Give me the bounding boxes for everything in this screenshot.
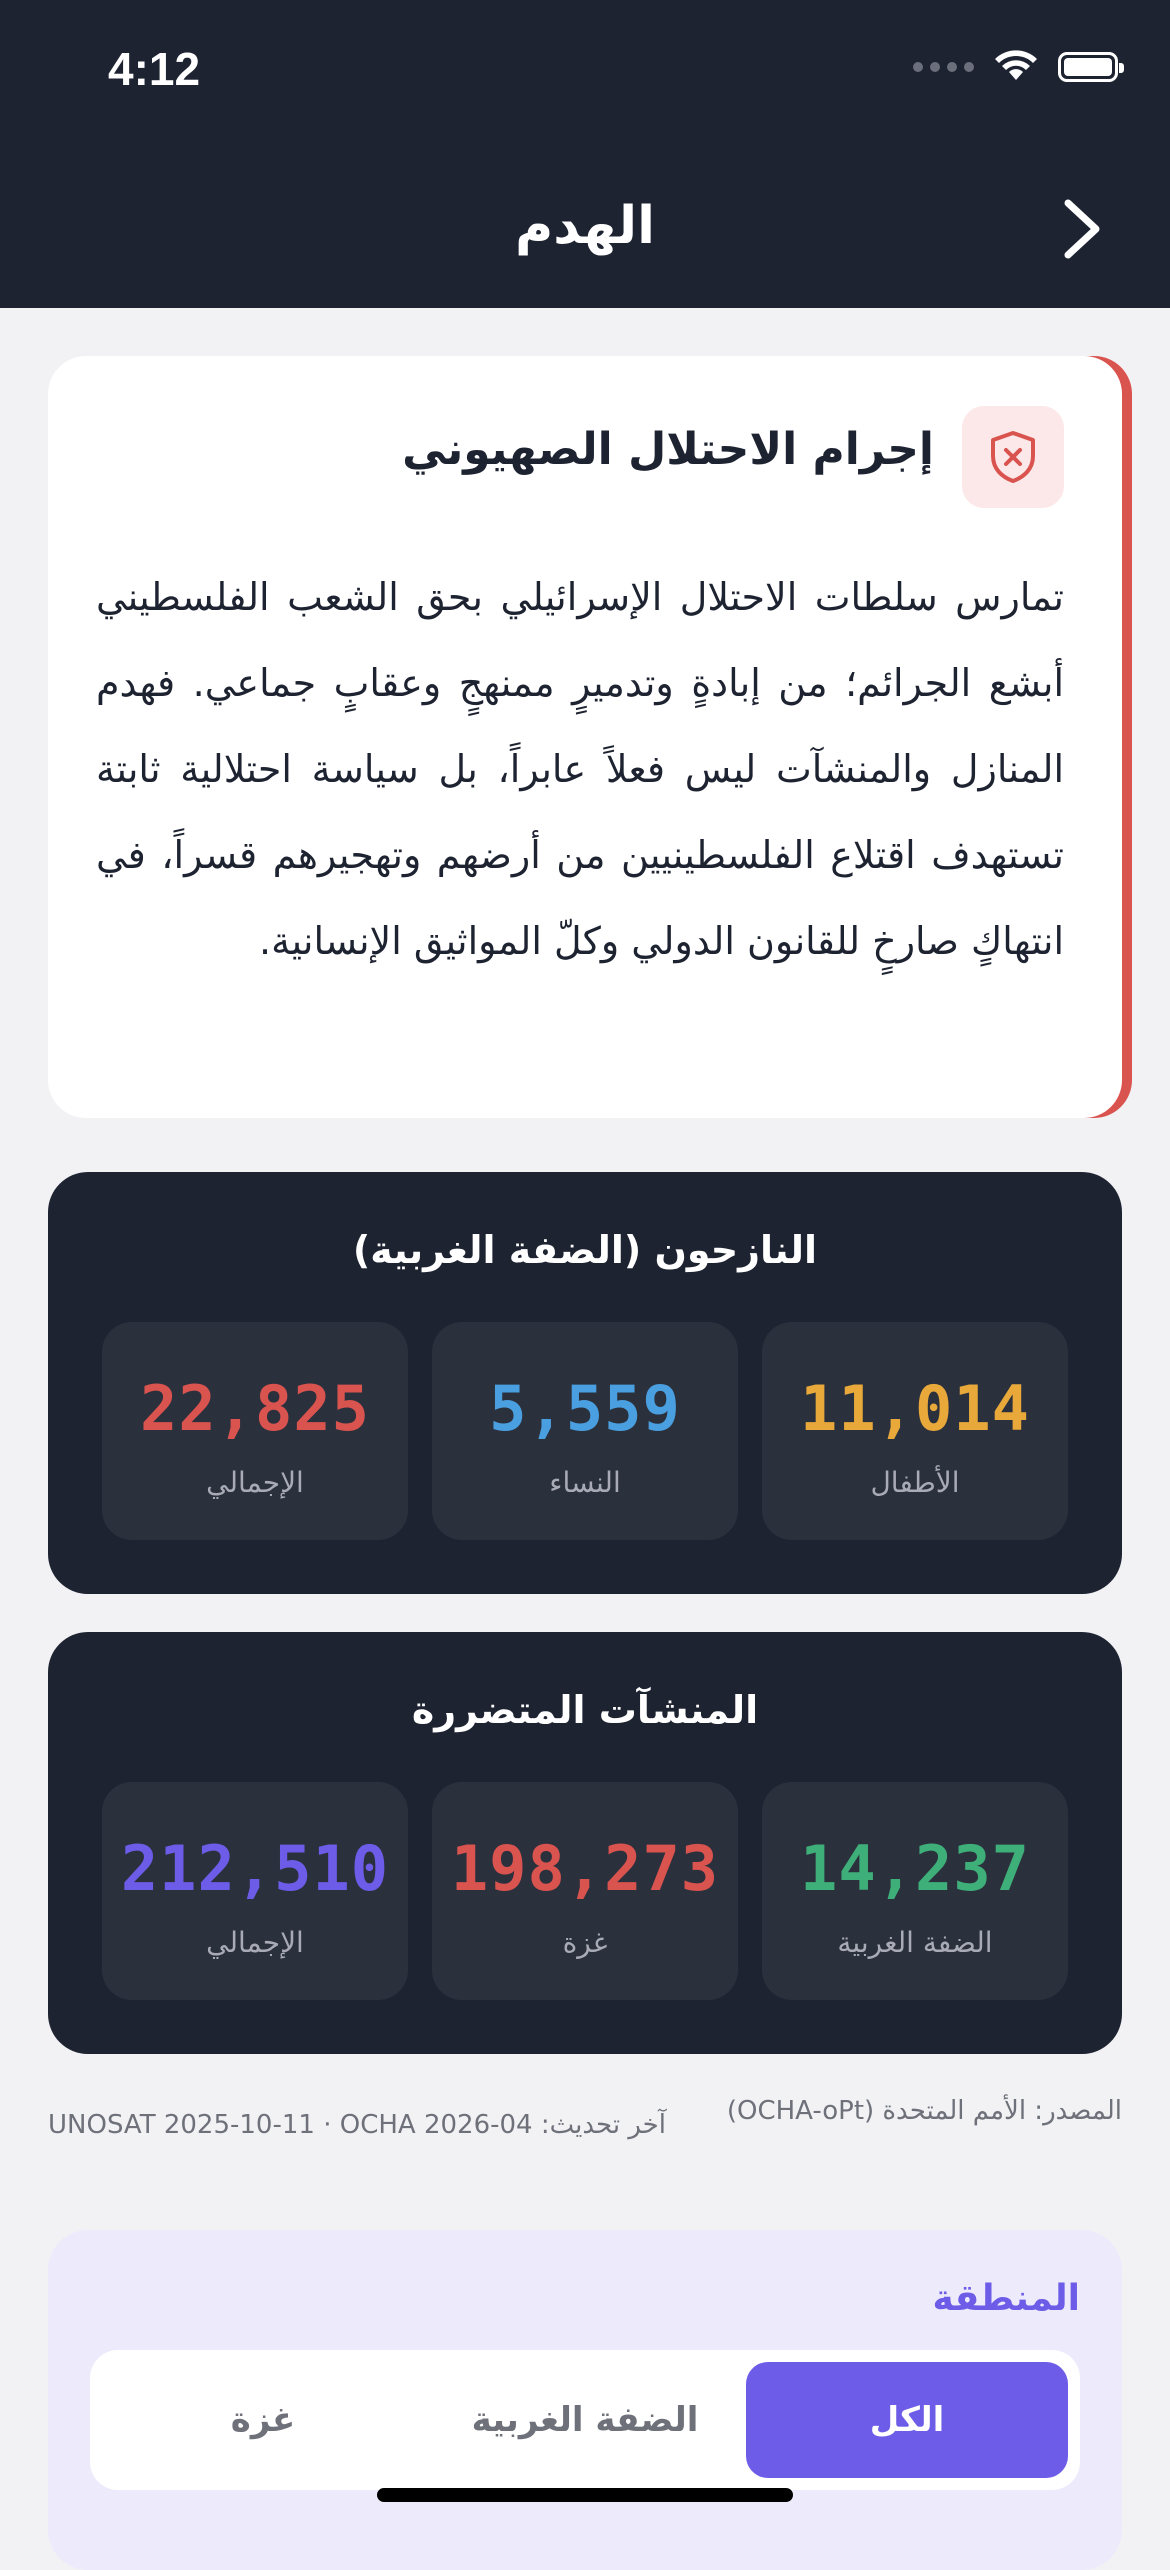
- stat-value-children: 11,014: [800, 1372, 1030, 1445]
- stat-tile-structures-total: 212,510 الإجمالي: [102, 1782, 408, 2000]
- intro-card: إجرام الاحتلال الصهيوني تمارس سلطات الاح…: [48, 356, 1122, 1118]
- structures-card: المنشآت المتضررة 14,237 الضفة الغربية 19…: [48, 1632, 1122, 2054]
- stat-tile-children: 11,014 الأطفال: [762, 1322, 1068, 1540]
- stat-tile-gaza: 198,273 غزة: [432, 1782, 738, 2000]
- segment-westbank[interactable]: الضفة الغربية: [424, 2362, 746, 2478]
- page-title: الهدم: [515, 196, 655, 256]
- shield-x-icon: [991, 431, 1035, 483]
- wifi-icon: [995, 50, 1037, 80]
- region-filter-card: المنطقة الكل الضفة الغربية غزة: [48, 2230, 1122, 2570]
- home-indicator: [377, 2488, 793, 2502]
- stat-value-women: 5,559: [489, 1372, 681, 1445]
- structures-title: المنشآت المتضررة: [411, 1688, 759, 1732]
- stat-label-displaced-total: الإجمالي: [206, 1466, 304, 1499]
- stat-label-children: الأطفال: [870, 1466, 960, 1499]
- stat-value-westbank: 14,237: [800, 1832, 1030, 1905]
- stat-label-gaza: غزة: [562, 1926, 608, 1959]
- segment-gaza[interactable]: غزة: [102, 2362, 424, 2478]
- region-label: المنطقة: [932, 2278, 1081, 2319]
- source-text: المصدر: الأمم المتحدة (OCHA-oPt): [726, 2096, 1122, 2126]
- status-icons: [913, 50, 1124, 84]
- intro-title: إجرام الاحتلال الصهيوني: [402, 424, 934, 475]
- segment-all[interactable]: الكل: [746, 2362, 1068, 2478]
- status-time: 4:12: [108, 43, 201, 95]
- intro-body: تمارس سلطات الاحتلال الإسرائيلي بحق الشع…: [96, 575, 1064, 963]
- stat-value-displaced-total: 22,825: [140, 1372, 370, 1445]
- source-line: المصدر: الأمم المتحدة (OCHA-oPt) آخر تحد…: [48, 2088, 1122, 2178]
- stat-label-westbank: الضفة الغربية: [837, 1926, 993, 1959]
- battery-icon: [1058, 52, 1124, 82]
- intro-icon-box: [962, 406, 1064, 508]
- stat-label-women: النساء: [549, 1466, 621, 1499]
- stat-tile-westbank: 14,237 الضفة الغربية: [762, 1782, 1068, 2000]
- stat-value-structures-total: 212,510: [120, 1832, 390, 1905]
- back-button[interactable]: [1042, 194, 1122, 264]
- displaced-card: النازحون (الضفة الغربية) 11,014 الأطفال …: [48, 1172, 1122, 1594]
- region-segmented-control: الكل الضفة الغربية غزة: [90, 2350, 1080, 2490]
- stat-label-structures-total: الإجمالي: [206, 1926, 304, 1959]
- app-header: 4:12 الهدم: [0, 0, 1170, 308]
- stat-tile-women: 5,559 النساء: [432, 1322, 738, 1540]
- displaced-title: النازحون (الضفة الغربية): [352, 1228, 818, 1272]
- stat-value-gaza: 198,273: [450, 1832, 720, 1905]
- chevron-right-icon: [1064, 199, 1100, 259]
- signal-dots-icon: [913, 62, 974, 72]
- last-updated-text: آخر تحديث: UNOSAT 2025-10-11 · OCHA 2026…: [48, 2110, 666, 2140]
- stat-tile-displaced-total: 22,825 الإجمالي: [102, 1322, 408, 1540]
